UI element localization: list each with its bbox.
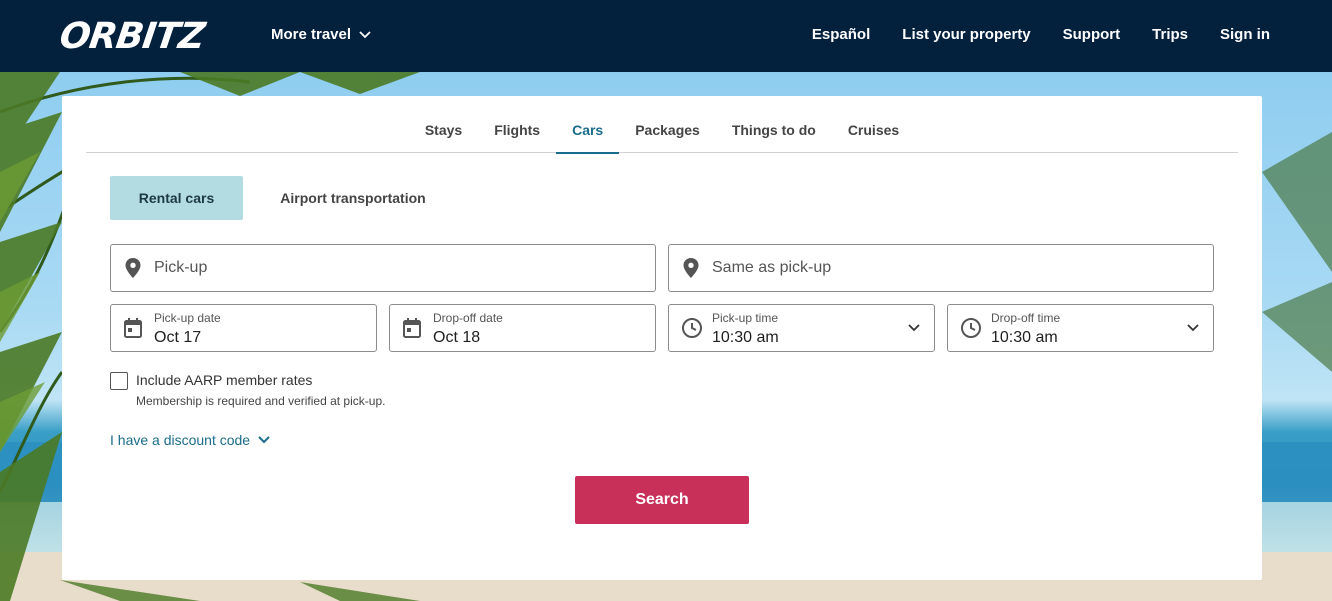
pickup-placeholder: Pick-up (154, 259, 208, 276)
chevron-down-icon (908, 324, 920, 332)
nav-espanol[interactable]: Español (812, 26, 870, 43)
chevron-down-icon (359, 30, 371, 38)
discount-code-label: I have a discount code (110, 432, 251, 448)
aarp-checkbox[interactable] (110, 372, 128, 390)
more-travel-label: More travel (271, 26, 352, 43)
chevron-down-icon (258, 436, 270, 444)
location-pin-icon (681, 257, 701, 279)
pickup-date-field[interactable]: Pick-up date Oct 17 (110, 304, 377, 352)
search-card: Stays Flights Cars Packages Things to do… (62, 96, 1262, 580)
discount-code-toggle[interactable]: I have a discount code (110, 432, 270, 448)
dropoff-placeholder: Same as pick-up (712, 259, 832, 276)
pickup-location-field[interactable]: Pick-up (110, 244, 656, 292)
aarp-label[interactable]: Include AARP member rates (136, 372, 385, 388)
dropoff-time-label: Drop-off time (991, 311, 1061, 325)
pickup-time-select[interactable]: Pick-up time 10:30 am (668, 304, 935, 352)
nav-trips[interactable]: Trips (1152, 26, 1188, 43)
pickup-time-label: Pick-up time (712, 311, 779, 325)
tab-cruises[interactable]: Cruises (832, 106, 915, 153)
pickup-date-label: Pick-up date (154, 311, 221, 325)
header-nav: Español List your property Support Trips… (812, 26, 1270, 43)
aarp-note: Membership is required and verified at p… (136, 394, 386, 408)
product-tabs: Stays Flights Cars Packages Things to do… (86, 106, 1238, 154)
search-button[interactable]: Search (575, 476, 749, 524)
pickup-date-value: Oct 17 (154, 329, 202, 346)
nav-list-your-property[interactable]: List your property (902, 26, 1030, 43)
orbitz-logo[interactable]: ORBITZ (57, 15, 207, 57)
nav-sign-in[interactable]: Sign in (1220, 26, 1270, 43)
logo-text: ORBITZ (57, 15, 207, 57)
dropoff-location-field[interactable]: Same as pick-up (668, 244, 1214, 292)
tab-things-to-do[interactable]: Things to do (716, 106, 832, 153)
tab-stays[interactable]: Stays (409, 106, 478, 153)
dropoff-date-field[interactable]: Drop-off date Oct 18 (389, 304, 656, 352)
subtab-rental-cars[interactable]: Rental cars (110, 176, 243, 220)
location-pin-icon (123, 257, 143, 279)
dropoff-date-value: Oct 18 (433, 329, 481, 346)
nav-support[interactable]: Support (1063, 26, 1121, 43)
tab-flights[interactable]: Flights (478, 106, 556, 153)
clock-icon (960, 317, 982, 339)
tab-packages[interactable]: Packages (619, 106, 716, 153)
calendar-icon (123, 317, 143, 339)
calendar-icon (402, 317, 422, 339)
subtab-airport-transportation[interactable]: Airport transportation (272, 176, 434, 220)
pickup-time-value: 10:30 am (712, 329, 779, 346)
dropoff-time-value: 10:30 am (991, 329, 1058, 346)
dropoff-time-select[interactable]: Drop-off time 10:30 am (947, 304, 1214, 352)
more-travel-menu[interactable]: More travel (271, 26, 371, 43)
aarp-option: Include AARP member rates Membership is … (110, 372, 385, 408)
clock-icon (681, 317, 703, 339)
aarp-text: Include AARP member rates Membership is … (136, 372, 385, 408)
dropoff-date-label: Drop-off date (433, 311, 503, 325)
top-header: ORBITZ More travel Español List your pro… (0, 0, 1332, 72)
tab-cars[interactable]: Cars (556, 106, 620, 154)
chevron-down-icon (1187, 324, 1199, 332)
